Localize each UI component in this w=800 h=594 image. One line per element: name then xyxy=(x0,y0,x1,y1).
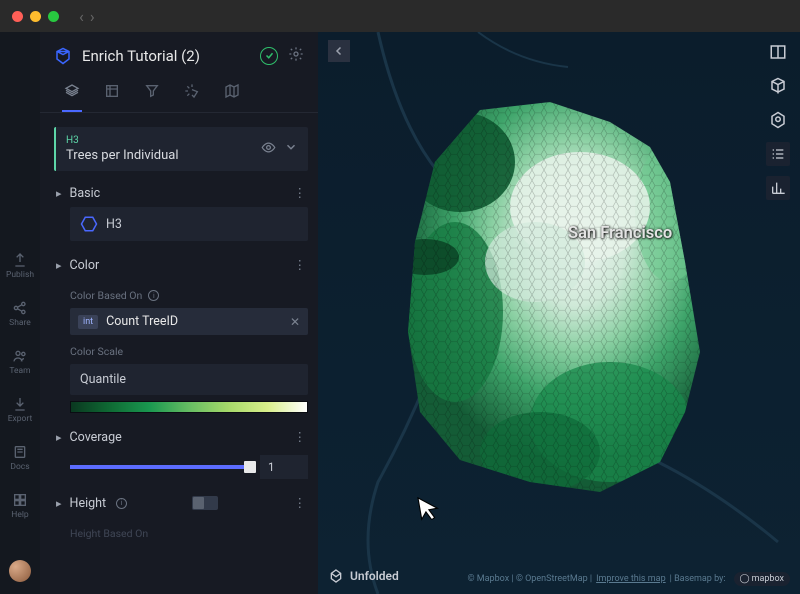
layer-card-actions xyxy=(261,140,298,158)
tab-columns[interactable] xyxy=(104,75,120,112)
section-label: Basic xyxy=(70,186,101,201)
avatar[interactable] xyxy=(9,560,31,582)
section-label: Color xyxy=(70,258,100,273)
chevron-down-icon[interactable] xyxy=(284,140,298,158)
type-badge: int xyxy=(78,315,98,329)
rail-label: Share xyxy=(9,318,31,328)
more-icon[interactable]: ⋮ xyxy=(294,257,307,273)
rail-share[interactable]: Share xyxy=(9,300,31,328)
section-coverage: ▸ Coverage ⋮ 1 xyxy=(54,423,308,479)
attribution-text: © Mapbox | © OpenStreetMap | xyxy=(467,574,592,584)
chevron-right-icon: ▸ xyxy=(56,497,62,510)
action-rail: Publish Share Team Export Docs Help xyxy=(0,32,40,594)
split-view-icon[interactable] xyxy=(766,40,790,64)
more-icon[interactable]: ⋮ xyxy=(294,495,307,511)
cursor-icon xyxy=(413,492,444,529)
chevron-right-icon: ▸ xyxy=(56,259,62,272)
rail-label: Help xyxy=(11,510,28,520)
color-ramp[interactable] xyxy=(70,401,308,413)
rail-docs[interactable]: Docs xyxy=(10,444,29,472)
coverage-value[interactable]: 1 xyxy=(260,455,308,479)
attribution: © Mapbox | © OpenStreetMap | Improve thi… xyxy=(467,572,790,586)
chart-icon[interactable] xyxy=(766,176,790,200)
slider-thumb[interactable] xyxy=(244,461,256,473)
color-scale-select[interactable]: Quantile xyxy=(70,364,308,395)
layer-card[interactable]: H3 Trees per Individual xyxy=(54,127,308,171)
layer-type-chip[interactable]: H3 xyxy=(70,207,308,241)
improve-map-link[interactable]: Improve this map xyxy=(596,574,666,584)
color-field-select[interactable]: int Count TreeID ✕ xyxy=(70,308,308,335)
layer-type-badge: H3 xyxy=(66,135,179,146)
section-label: Coverage xyxy=(70,430,122,445)
sidebar-header: Enrich Tutorial (2) xyxy=(40,32,318,75)
status-check-icon xyxy=(260,47,278,65)
nav-forward-icon[interactable]: › xyxy=(90,7,95,26)
coverage-slider[interactable] xyxy=(70,465,250,469)
page-title: Enrich Tutorial (2) xyxy=(82,47,250,65)
window-controls xyxy=(12,11,59,22)
more-icon[interactable]: ⋮ xyxy=(294,185,307,201)
nav-arrows: ‹ › xyxy=(79,7,95,26)
rail-label: Docs xyxy=(10,462,29,472)
maximize-icon[interactable] xyxy=(48,11,59,22)
panel-collapse-button[interactable] xyxy=(328,40,350,62)
rail-label: Publish xyxy=(6,270,34,280)
hexagon-icon xyxy=(80,215,98,233)
chevron-right-icon: ▸ xyxy=(56,431,62,444)
tab-filters[interactable] xyxy=(144,75,160,112)
app-logo-icon xyxy=(54,47,72,65)
geocoder-icon[interactable] xyxy=(766,108,790,132)
map-canvas[interactable]: San Francisco Unfol xyxy=(318,32,800,594)
legend-icon[interactable] xyxy=(766,142,790,166)
rail-team[interactable]: Team xyxy=(9,348,30,376)
gear-icon[interactable] xyxy=(288,46,304,65)
nav-back-icon[interactable]: ‹ xyxy=(79,7,84,26)
section-color: ▸ Color ⋮ Color Based On i int Count Tre… xyxy=(54,251,308,413)
chip-label: H3 xyxy=(106,217,122,232)
close-icon[interactable] xyxy=(12,11,23,22)
mapbox-badge[interactable]: ◯mapbox xyxy=(734,572,790,586)
height-based-on-label: Height Based On xyxy=(70,527,308,540)
rail-export[interactable]: Export xyxy=(8,396,33,424)
tab-interactions[interactable] xyxy=(184,75,200,112)
section-label: Height xyxy=(70,496,107,511)
branding: Unfolded xyxy=(328,568,399,584)
color-scale-label: Color Scale xyxy=(70,345,308,358)
layer-config-scroll[interactable]: H3 Trees per Individual ▸ Basic xyxy=(40,113,318,594)
visibility-icon[interactable] xyxy=(261,140,276,158)
branding-text: Unfolded xyxy=(350,569,399,583)
color-based-on-label: Color Based On i xyxy=(70,289,308,302)
section-basic: ▸ Basic ⋮ H3 xyxy=(54,179,308,241)
sidebar-tabs xyxy=(40,75,318,113)
rail-publish[interactable]: Publish xyxy=(6,252,34,280)
section-header-basic[interactable]: ▸ Basic ⋮ xyxy=(54,179,308,207)
unfolded-logo-icon xyxy=(328,568,344,584)
window-titlebar: ‹ › xyxy=(0,0,800,32)
map-toolbar xyxy=(766,40,790,200)
more-icon[interactable]: ⋮ xyxy=(294,429,307,445)
info-icon[interactable]: i xyxy=(116,498,127,509)
info-icon[interactable]: i xyxy=(148,290,159,301)
field-value: Count TreeID xyxy=(106,314,282,329)
map-city-label: San Francisco xyxy=(568,224,672,243)
rail-help[interactable]: Help xyxy=(11,492,28,520)
section-header-coverage[interactable]: ▸ Coverage ⋮ xyxy=(54,423,308,451)
tab-layers[interactable] xyxy=(64,75,80,112)
tab-basemap[interactable] xyxy=(224,75,240,112)
minimize-icon[interactable] xyxy=(30,11,41,22)
attribution-text: | Basemap by: xyxy=(670,574,726,584)
view-3d-icon[interactable] xyxy=(766,74,790,98)
rail-label: Team xyxy=(9,366,30,376)
section-height: ▸ Height i ⋮ Height Based On xyxy=(54,489,308,540)
height-toggle[interactable] xyxy=(192,496,218,510)
rail-label: Export xyxy=(8,414,33,424)
clear-icon[interactable]: ✕ xyxy=(290,315,300,329)
section-header-color[interactable]: ▸ Color ⋮ xyxy=(54,251,308,279)
h3-layer xyxy=(400,92,720,492)
layer-name: Trees per Individual xyxy=(66,148,179,163)
config-sidebar: Enrich Tutorial (2) xyxy=(40,32,318,594)
chevron-right-icon: ▸ xyxy=(56,187,62,200)
section-header-height[interactable]: ▸ Height i ⋮ xyxy=(54,489,308,517)
